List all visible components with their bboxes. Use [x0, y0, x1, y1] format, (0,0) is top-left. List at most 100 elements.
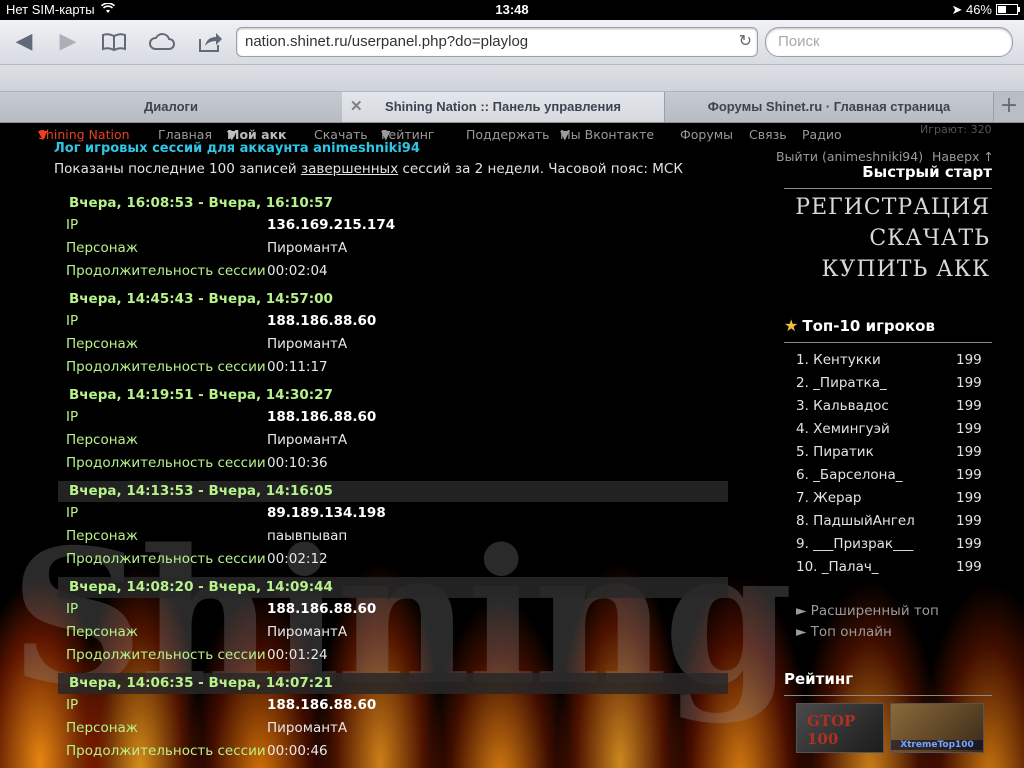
session-ip: 188.186.88.60 [267, 313, 377, 329]
top-player-row[interactable]: 8. ПадшыйАнгел 199 [796, 513, 986, 536]
nav-home[interactable]: Главная [158, 127, 212, 142]
cloud-icon [149, 33, 175, 50]
top-online-link[interactable]: ► Топ онлайн [796, 624, 892, 640]
session-range: Вчера, 14:13:53 - Вчера, 14:16:05 [58, 481, 728, 502]
session-character: ПиромантА [267, 240, 348, 256]
buy-account-link[interactable]: Купить акк [784, 257, 990, 282]
top-player-row[interactable]: 3. Кальвадос 199 [796, 398, 986, 421]
top-player-row[interactable]: 4. Хемингуэй 199 [796, 421, 986, 444]
session-duration-row: Продолжительность сессии 00:00:46 [58, 740, 728, 763]
session-block: Вчера, 16:08:53 - Вчера, 16:10:57 IP 136.… [58, 193, 728, 283]
session-character-row: Персонаж паывпывап [58, 525, 728, 548]
session-duration: 00:00:46 [267, 743, 328, 759]
nav-contact[interactable]: Связь [749, 127, 787, 142]
session-ip-row: IP 188.186.88.60 [58, 694, 728, 717]
nav-support[interactable]: Поддержать [466, 127, 550, 142]
gtop-badge[interactable]: GTOP 100 [796, 703, 884, 753]
tab-forums[interactable]: Форумы Shinet.ru · Главная страница [665, 92, 994, 122]
bookmarks-button[interactable] [98, 28, 130, 56]
search-input[interactable] [776, 32, 1000, 51]
status-bar: Нет SIM-карты 13:48 ➤ 46% [0, 0, 1024, 20]
session-ip: 89.189.134.198 [267, 505, 386, 521]
register-link[interactable]: Регистрация [784, 195, 990, 220]
session-ip-row: IP 188.186.88.60 [58, 598, 728, 621]
book-icon [102, 33, 126, 52]
session-range: Вчера, 14:19:51 - Вчера, 14:30:27 [69, 387, 333, 403]
session-duration-row: Продолжительность сессии 00:02:04 [58, 260, 728, 283]
session-ip-row: IP 136.169.215.174 [58, 214, 728, 237]
nav-radio[interactable]: Радио [802, 127, 842, 142]
top-player-row[interactable]: 5. Пиратик 199 [796, 444, 986, 467]
session-duration-row: Продолжительность сессии 00:02:12 [58, 548, 728, 571]
tab-bar: Диалоги ✕ Shining Nation :: Панель управ… [0, 92, 1024, 123]
session-ip: 188.186.88.60 [267, 697, 377, 713]
session-ip: 188.186.88.60 [267, 601, 377, 617]
divider [784, 342, 992, 343]
top-player-row[interactable]: 2. _Пиратка_ 199 [796, 375, 986, 398]
session-character: ПиромантА [267, 432, 348, 448]
log-info: Показаны последние 100 записей завершенн… [54, 161, 683, 177]
close-tab-icon[interactable]: ✕ [350, 92, 363, 122]
location-icon: ➤ [951, 2, 963, 17]
session-duration: 00:01:24 [267, 647, 328, 663]
nav-vk[interactable]: Мы Вконтакте ▼ [560, 127, 654, 142]
tab-control-panel[interactable]: ✕ Shining Nation :: Панель управления [342, 92, 665, 122]
session-duration: 00:11:17 [267, 359, 328, 375]
session-character: паывпывап [267, 528, 348, 544]
session-range: Вчера, 16:08:53 - Вчера, 16:10:57 [69, 195, 333, 211]
tab-dialogs[interactable]: Диалоги [0, 92, 343, 122]
session-character-row: Персонаж ПиромантА [58, 429, 728, 452]
tab-label: Диалоги [144, 99, 198, 114]
session-duration-row: Продолжительность сессии 00:01:24 [58, 644, 728, 667]
nav-download[interactable]: Скачать [314, 127, 368, 142]
log-title: Лог игровых сессий для аккаунта animeshn… [54, 141, 420, 156]
icloud-tabs-button[interactable] [146, 28, 178, 56]
divider [784, 188, 992, 189]
session-character-row: Персонаж ПиромантА [58, 333, 728, 356]
bookmarks-bar [0, 65, 1024, 92]
logout-link[interactable]: Выйти (animeshniki94) [776, 149, 923, 164]
top-player-row[interactable]: 10. _Палач_ 199 [796, 559, 986, 582]
new-tab-button[interactable]: + [994, 92, 1024, 122]
download-link[interactable]: Скачать [784, 226, 990, 251]
session-block: Вчера, 14:08:20 - Вчера, 14:09:44 IP 188.… [58, 577, 728, 667]
rating-title: Рейтинг [784, 670, 854, 688]
nav-brand[interactable]: Shining Nation ▼ [38, 127, 130, 142]
session-block: Вчера, 14:19:51 - Вчера, 14:30:27 IP 188.… [58, 385, 728, 475]
top-player-row[interactable]: 9. ___Призрак___ 199 [796, 536, 986, 559]
clock: 13:48 [495, 2, 529, 17]
session-duration: 00:10:36 [267, 455, 328, 471]
reload-icon[interactable]: ↻ [739, 31, 752, 50]
extended-top-link[interactable]: ► Расширенный топ [796, 603, 939, 619]
session-character-row: Персонаж ПиромантА [58, 237, 728, 260]
nav-rating[interactable]: Рейтинг ▼ [381, 127, 435, 142]
tab-label: Shining Nation :: Панель управления [385, 99, 621, 114]
xtremetop-badge[interactable]: XtremeTop100 [890, 703, 984, 753]
session-character-row: Персонаж ПиромантА [58, 717, 728, 740]
nav-my-account[interactable]: Мой акк ▼ [227, 127, 287, 142]
forward-button[interactable]: ▶ [52, 28, 84, 56]
tab-label: Форумы Shinet.ru · Главная страница [707, 99, 951, 114]
battery-percent: 46% [965, 2, 992, 17]
session-character: ПиромантА [267, 720, 348, 736]
address-bar[interactable]: nation.shinet.ru/userpanel.php?do=playlo… [236, 27, 758, 57]
search-field[interactable] [765, 27, 1013, 57]
nav-forums[interactable]: Форумы [680, 127, 733, 142]
address-text: nation.shinet.ru/userpanel.php?do=playlo… [245, 33, 529, 50]
online-count: Играют: 320 [920, 123, 992, 136]
share-button[interactable] [194, 28, 226, 56]
session-block: Вчера, 14:45:43 - Вчера, 14:57:00 IP 188.… [58, 289, 728, 379]
share-icon [199, 33, 222, 52]
top10-title: ★ Топ-10 игроков [784, 316, 935, 335]
session-duration-row: Продолжительность сессии 00:10:36 [58, 452, 728, 475]
top-player-row[interactable]: 6. _Барселона_ 199 [796, 467, 986, 490]
back-button[interactable]: ◀ [8, 28, 40, 56]
session-range: Вчера, 14:06:35 - Вчера, 14:07:21 [58, 673, 728, 694]
completed-link[interactable]: завершенных [301, 161, 398, 177]
session-character: ПиромантА [267, 624, 348, 640]
session-ip-row: IP 188.186.88.60 [58, 310, 728, 333]
scroll-top-link[interactable]: Наверх ↑ [932, 149, 994, 164]
top-player-row[interactable]: 1. Кентукки 199 [796, 352, 986, 375]
session-range: Вчера, 14:45:43 - Вчера, 14:57:00 [69, 291, 333, 307]
top-player-row[interactable]: 7. Жерар 199 [796, 490, 986, 513]
